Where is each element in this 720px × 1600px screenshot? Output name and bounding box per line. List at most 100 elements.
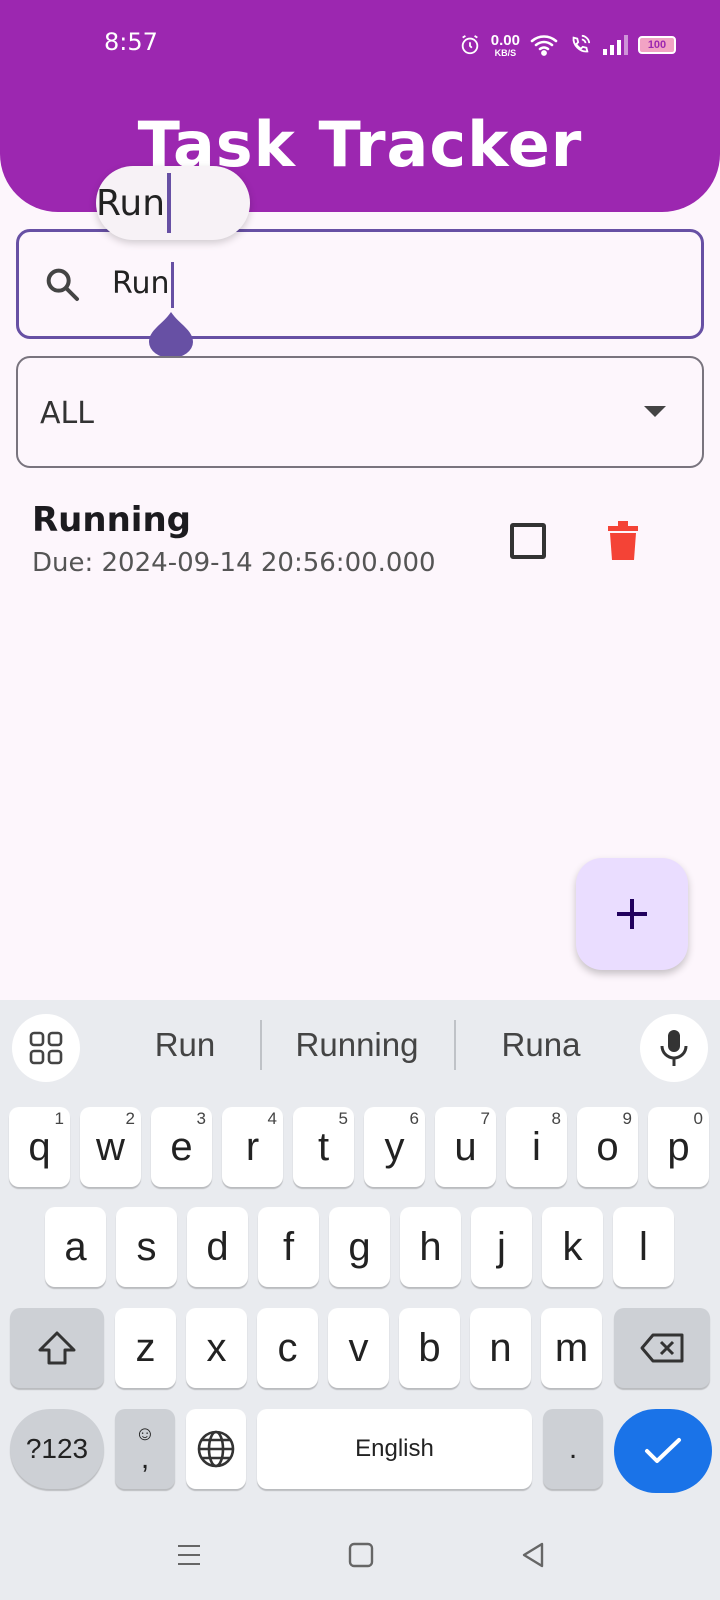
key-label: b <box>418 1325 441 1370</box>
backspace-key[interactable] <box>614 1308 710 1388</box>
key-number-hint: 1 <box>54 1109 64 1128</box>
suggestion-item[interactable]: Running <box>272 1026 442 1064</box>
plus-icon <box>617 899 647 929</box>
key-q[interactable]: q1 <box>9 1107 70 1187</box>
key-label: d <box>206 1224 229 1269</box>
suggestion-bar: Run Running Runa <box>0 1000 720 1094</box>
filter-dropdown[interactable] <box>16 356 704 468</box>
key-t[interactable]: t5 <box>293 1107 354 1187</box>
home-icon[interactable] <box>348 1540 374 1570</box>
key-number-hint: 8 <box>551 1109 561 1128</box>
status-time: 8:57 <box>104 28 158 56</box>
key-label: v <box>348 1325 369 1370</box>
grid-icon <box>29 1031 63 1065</box>
backspace-icon <box>640 1333 684 1363</box>
key-label: k <box>562 1224 583 1269</box>
key-p[interactable]: p0 <box>648 1107 709 1187</box>
key-g[interactable]: g <box>329 1207 390 1287</box>
key-number-hint: 9 <box>622 1109 632 1128</box>
key-label: q <box>28 1124 51 1169</box>
key-l[interactable]: l <box>613 1207 674 1287</box>
key-number-hint: 2 <box>125 1109 135 1128</box>
key-label: a <box>64 1224 87 1269</box>
period-key[interactable]: . <box>543 1409 603 1489</box>
key-s[interactable]: s <box>116 1207 177 1287</box>
key-j[interactable]: j <box>471 1207 532 1287</box>
key-r[interactable]: r4 <box>222 1107 283 1187</box>
key-label: o <box>596 1124 619 1169</box>
alarm-icon <box>461 35 479 55</box>
key-label: y <box>384 1124 405 1169</box>
comma-key[interactable]: ☺ , <box>115 1409 175 1489</box>
key-d[interactable]: d <box>187 1207 248 1287</box>
key-number-hint: 6 <box>409 1109 419 1128</box>
status-icons: 0.00 KB/S 100 <box>459 30 676 60</box>
key-label: n <box>489 1325 512 1370</box>
task-complete-checkbox[interactable] <box>510 523 546 559</box>
task-title: Running <box>32 500 191 540</box>
key-f[interactable]: f <box>258 1207 319 1287</box>
filter-selected-value[interactable]: ALL <box>40 396 94 431</box>
comma-label: , <box>140 1442 150 1475</box>
key-k[interactable]: k <box>542 1207 603 1287</box>
key-label: h <box>419 1224 442 1269</box>
delete-icon[interactable] <box>608 520 638 560</box>
back-icon[interactable] <box>520 1540 546 1570</box>
key-label: m <box>554 1325 589 1370</box>
key-label: g <box>348 1224 371 1269</box>
text-cursor <box>171 262 174 308</box>
symbols-key[interactable]: ?123 <box>10 1409 104 1489</box>
cursor-handle[interactable] <box>149 312 193 358</box>
enter-key[interactable] <box>614 1409 712 1493</box>
key-a[interactable]: a <box>45 1207 106 1287</box>
key-number-hint: 7 <box>480 1109 490 1128</box>
globe-icon <box>197 1430 235 1468</box>
shift-icon <box>38 1331 76 1365</box>
task-item: Running Due: 2024-09-14 20:56:00.000 <box>0 490 720 600</box>
key-label: x <box>206 1325 227 1370</box>
voice-input-button[interactable] <box>640 1014 708 1082</box>
key-n[interactable]: n <box>470 1308 531 1388</box>
key-label: j <box>497 1224 506 1269</box>
search-input-value[interactable]: Run <box>112 266 170 301</box>
key-u[interactable]: u7 <box>435 1107 496 1187</box>
shift-key[interactable] <box>10 1308 104 1388</box>
key-o[interactable]: o9 <box>577 1107 638 1187</box>
key-e[interactable]: e3 <box>151 1107 212 1187</box>
key-label: c <box>277 1325 298 1370</box>
key-c[interactable]: c <box>257 1308 318 1388</box>
status-bar: 8:57 0.00 KB/S 100 <box>0 0 720 90</box>
key-number-hint: 3 <box>196 1109 206 1128</box>
key-m[interactable]: m <box>541 1308 602 1388</box>
key-label: t <box>317 1124 330 1169</box>
key-label: f <box>282 1224 295 1269</box>
suggestion-item[interactable]: Runa <box>466 1026 616 1064</box>
language-key[interactable] <box>186 1409 246 1489</box>
magnifier-text: Run <box>96 182 166 224</box>
keyboard-menu-button[interactable] <box>12 1014 80 1082</box>
space-key[interactable]: English <box>257 1409 532 1489</box>
key-label: w <box>96 1124 125 1169</box>
key-i[interactable]: i8 <box>506 1107 567 1187</box>
add-task-button[interactable] <box>576 858 688 970</box>
key-z[interactable]: z <box>115 1308 176 1388</box>
key-b[interactable]: b <box>399 1308 460 1388</box>
checkmark-icon <box>645 1438 681 1463</box>
key-x[interactable]: x <box>186 1308 247 1388</box>
key-y[interactable]: y6 <box>364 1107 425 1187</box>
key-label: u <box>454 1124 477 1169</box>
key-label: p <box>667 1124 690 1169</box>
net-speed-value: 0.00 <box>490 31 520 49</box>
battery-icon: 100 <box>638 36 676 54</box>
key-v[interactable]: v <box>328 1308 389 1388</box>
suggestion-item[interactable]: Run <box>110 1026 260 1064</box>
dropdown-arrow-icon[interactable] <box>644 406 666 417</box>
microphone-icon <box>660 1030 688 1066</box>
recent-apps-icon[interactable] <box>176 1540 202 1570</box>
signal-icon <box>603 35 628 55</box>
key-number-hint: 4 <box>267 1109 277 1128</box>
key-w[interactable]: w2 <box>80 1107 141 1187</box>
key-h[interactable]: h <box>400 1207 461 1287</box>
key-label: z <box>135 1325 156 1370</box>
app-title: Task Tracker <box>137 108 583 181</box>
